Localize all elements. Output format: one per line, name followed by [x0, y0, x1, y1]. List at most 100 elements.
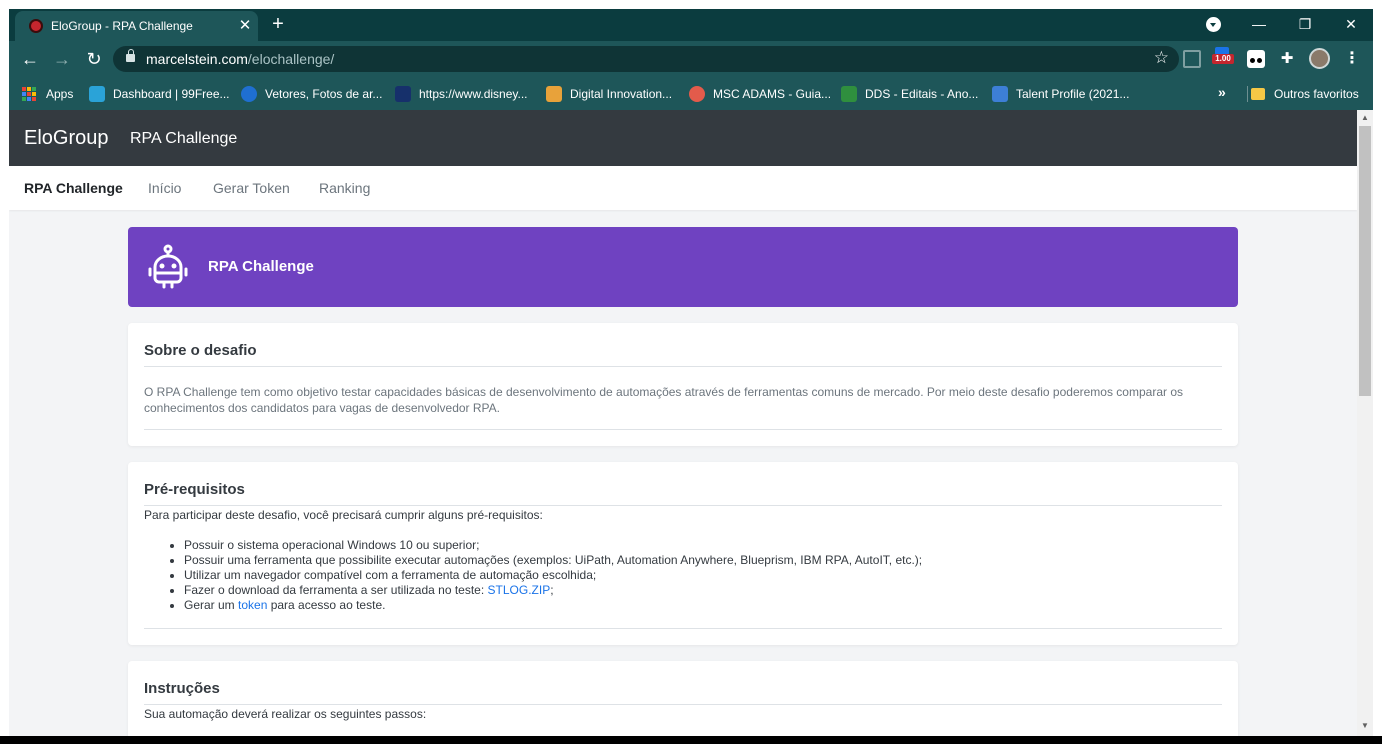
scroll-up-icon[interactable]: ▲ [1361, 114, 1369, 122]
browser-tab[interactable]: EloGroup - RPA Challenge ✕ [15, 11, 258, 41]
extensions-puzzle-icon[interactable]: ✚ [1278, 50, 1296, 68]
bookmark-label: Apps [46, 87, 74, 101]
browser-toolbar: ← → ↻ marcelstein.com/elochallenge/ ☆ 1.… [9, 41, 1373, 77]
item-text: Gerar um [184, 598, 239, 612]
back-arrow-icon[interactable]: ← [19, 48, 41, 70]
item-text: para acesso ao teste. [267, 598, 386, 612]
bookmark-disney[interactable]: https://www.disney... [395, 85, 528, 103]
bookmark-label: Dashboard | 99Free... [113, 87, 230, 101]
nav-ranking[interactable]: Ranking [319, 180, 370, 196]
app-header: EloGroup RPA Challenge [9, 110, 1357, 166]
new-tab-button[interactable]: + [267, 13, 289, 35]
bookmark-talent-profile[interactable]: Talent Profile (2021... [992, 85, 1129, 103]
nav-gerar-token[interactable]: Gerar Token [213, 180, 290, 196]
tab-strip: EloGroup - RPA Challenge ✕ + — ❐ ✕ [9, 9, 1373, 41]
page-viewport: EloGroup RPA Challenge RPA Challenge Iní… [9, 110, 1373, 736]
bookmark-label: Talent Profile (2021... [1016, 87, 1130, 101]
bookmark-label: MSC ADAMS - Guia... [713, 87, 832, 101]
elogroup-favicon-icon [29, 19, 43, 33]
divider [144, 366, 1222, 367]
bookmark-freepik[interactable]: Vetores, Fotos de ar... [241, 85, 382, 103]
address-bar[interactable]: marcelstein.com/elochallenge/ ☆ [113, 46, 1179, 72]
bookmarks-bar: Apps Dashboard | 99Free... Vetores, Foto… [9, 77, 1373, 110]
prerequisites-list: Possuir o sistema operacional Windows 10… [184, 538, 922, 613]
restore-icon[interactable]: ❐ [1290, 13, 1320, 35]
browser-window: EloGroup - RPA Challenge ✕ + — ❐ ✕ ← → ↻… [9, 9, 1373, 736]
bookmark-label: DDS - Editais - Ano... [865, 87, 979, 101]
taskbar-edge [0, 736, 1382, 744]
item-text: ; [550, 583, 554, 597]
talent-icon [992, 86, 1008, 102]
list-item: Fazer o download da ferramenta a ser uti… [184, 583, 922, 598]
disney-icon [395, 86, 411, 102]
99freelas-icon [89, 86, 105, 102]
screenshot-extension-icon[interactable] [1183, 50, 1201, 68]
divider [144, 429, 1222, 430]
bookmark-label: Outros favoritos [1274, 87, 1359, 101]
token-link[interactable]: token [238, 598, 267, 612]
app-title: RPA Challenge [130, 130, 238, 147]
list-item: Utilizar um navegador compatível com a f… [184, 568, 922, 583]
browser-menu-icon[interactable]: ⋮ [1343, 50, 1361, 68]
more-bookmarks-icon[interactable]: » [1218, 84, 1226, 100]
divider [144, 704, 1222, 705]
list-item: Possuir uma ferramenta que possibilite e… [184, 553, 922, 568]
item-text: Fazer o download da ferramenta a ser uti… [184, 583, 488, 597]
hero-title: RPA Challenge [208, 258, 314, 275]
hero-banner: RPA Challenge [128, 227, 1238, 307]
about-title: Sobre o desafio [144, 342, 257, 359]
prerequisites-card: Pré-requisitos Para participar deste des… [128, 462, 1238, 645]
apps-grid-icon [22, 87, 36, 101]
list-item: Gerar um token para acesso ao teste. [184, 598, 922, 613]
instructions-intro: Sua automação deverá realizar os seguint… [144, 707, 427, 721]
prerequisites-intro: Para participar deste desafio, você prec… [144, 508, 543, 522]
tab-search-icon[interactable] [1206, 17, 1221, 32]
forward-arrow-icon[interactable]: → [51, 48, 73, 70]
sub-navigation: RPA Challenge Início Gerar Token Ranking [9, 166, 1357, 210]
dds-icon [841, 86, 857, 102]
about-card: Sobre o desafio O RPA Challenge tem como… [128, 323, 1238, 446]
bookmark-apps[interactable]: Apps [22, 85, 73, 103]
divider [144, 628, 1222, 629]
bookmark-digital-innovation[interactable]: Digital Innovation... [546, 85, 672, 103]
bookmark-dds[interactable]: DDS - Editais - Ano... [841, 85, 978, 103]
divider [144, 505, 1222, 506]
reload-icon[interactable]: ↻ [83, 48, 105, 70]
url-text[interactable]: marcelstein.com/elochallenge/ [146, 51, 334, 67]
tab-title: EloGroup - RPA Challenge [51, 19, 193, 33]
instructions-title: Instruções [144, 680, 220, 697]
close-window-icon[interactable]: ✕ [1336, 13, 1366, 35]
list-item: Possuir o sistema operacional Windows 10… [184, 538, 922, 553]
bookmark-label: Vetores, Fotos de ar... [265, 87, 383, 101]
bookmark-msc-adams[interactable]: MSC ADAMS - Guia... [689, 85, 831, 103]
eyes-extension-icon[interactable] [1247, 50, 1265, 68]
other-bookmarks-folder[interactable]: Outros favoritos [1251, 85, 1359, 103]
scrollbar-thumb[interactable] [1359, 126, 1371, 396]
prerequisites-title: Pré-requisitos [144, 481, 245, 498]
bookmark-99freelas[interactable]: Dashboard | 99Free... [89, 85, 230, 103]
close-tab-icon[interactable]: ✕ [236, 17, 254, 35]
page-scrollbar[interactable]: ▲ ▼ [1357, 110, 1373, 736]
bookmark-star-icon[interactable]: ☆ [1154, 48, 1169, 68]
bookmark-label: https://www.disney... [419, 87, 528, 101]
stlog-download-link[interactable]: STLOG.ZIP [488, 583, 551, 597]
about-text: O RPA Challenge tem como objetivo testar… [144, 385, 1183, 415]
scroll-down-icon[interactable]: ▼ [1361, 722, 1369, 730]
profile-avatar[interactable] [1309, 48, 1330, 69]
url-host: marcelstein.com [146, 51, 248, 67]
extension-badge: 1.00 [1212, 54, 1234, 64]
bookmark-label: Digital Innovation... [570, 87, 673, 101]
target-icon [689, 86, 705, 102]
minimize-icon[interactable]: — [1244, 13, 1274, 35]
nav-inicio[interactable]: Início [148, 180, 181, 196]
instructions-card: Instruções Sua automação deverá realizar… [128, 661, 1238, 736]
freepik-icon [241, 86, 257, 102]
robot-icon [148, 244, 188, 289]
bookmarks-separator [1247, 86, 1248, 102]
nav-rpa-challenge[interactable]: RPA Challenge [24, 180, 123, 196]
lock-icon[interactable] [126, 49, 135, 62]
url-path: /elochallenge/ [247, 51, 335, 67]
folder-icon [1251, 88, 1265, 100]
brand-logo[interactable]: EloGroup [24, 127, 109, 150]
dio-icon [546, 86, 562, 102]
